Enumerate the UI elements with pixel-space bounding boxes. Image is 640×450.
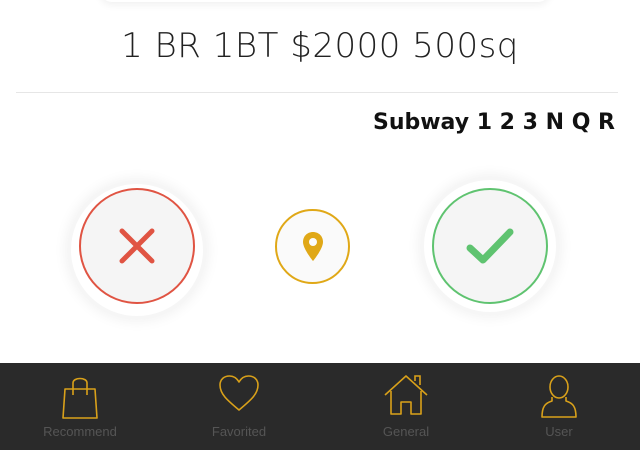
accept-button[interactable] xyxy=(432,188,548,304)
tab-recommend[interactable]: Recommend xyxy=(10,363,150,450)
heart-icon xyxy=(219,375,259,411)
bottom-tab-bar: Recommend Favorited General User xyxy=(0,363,640,450)
home-icon xyxy=(384,375,428,415)
tab-label-favorited: Favorited xyxy=(211,424,267,439)
listing-title: 1 BR 1BT $2000 500sq xyxy=(121,26,519,66)
tab-label-user: User xyxy=(545,424,573,439)
tab-favorited[interactable]: Favorited xyxy=(169,363,309,450)
user-icon xyxy=(541,375,577,418)
reject-button[interactable] xyxy=(79,188,195,304)
previous-card-edge xyxy=(100,0,550,2)
shopping-bag-icon xyxy=(62,377,98,419)
check-icon xyxy=(466,228,514,264)
tab-general[interactable]: General xyxy=(336,363,476,450)
divider xyxy=(16,92,618,93)
subway-info: Subway 1 2 3 N Q R xyxy=(372,110,615,135)
map-location-button[interactable] xyxy=(275,209,350,284)
tab-label-recommend: Recommend xyxy=(43,424,117,439)
tab-user[interactable]: User xyxy=(489,363,629,450)
map-pin-icon xyxy=(302,231,323,261)
close-icon xyxy=(119,228,155,264)
tab-label-general: General xyxy=(382,424,430,439)
